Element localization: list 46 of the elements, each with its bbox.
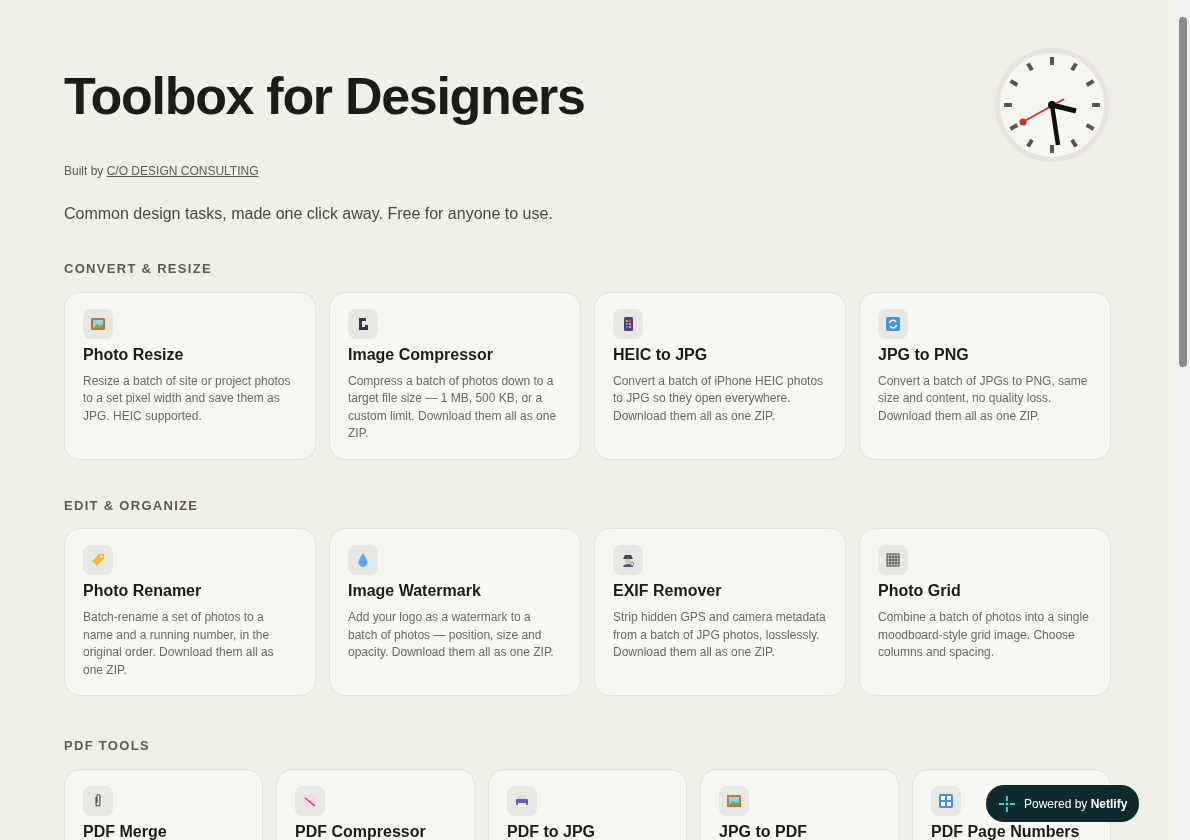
card-title: JPG to PNG: [878, 345, 970, 363]
clock-icon: [994, 47, 1110, 163]
tool-card[interactable]: Image Compressor Compress a batch of photos down to a target file size — 1 MB, 500 KB, or a custom limit. Download them all as one ZIP.: [329, 291, 581, 460]
card-title: Photo Resize: [83, 345, 185, 363]
card-title: JPG to PDF: [719, 822, 808, 840]
card-title: PDF Page Numbers: [931, 822, 1081, 840]
byline-link[interactable]: C/O DESIGN CONSULTING: [106, 164, 259, 178]
netlify-logo-icon: [998, 794, 1016, 813]
tool-card[interactable]: JPG to PDF: [700, 768, 899, 840]
page-title: Toolbox for Designers: [64, 66, 585, 126]
tool-card[interactable]: PDF Compressor: [276, 768, 475, 840]
section-heading: EDIT & ORGANIZE: [64, 496, 199, 515]
tool-card[interactable]: JPG to PNG Convert a batch of JPGs to PNG, same size and content, no quality loss. Download them all as one ZIP.: [859, 291, 1111, 460]
card-description: Resize a batch of site or project photos to a set pixel width and save them as JPG. HEIC supported.: [83, 372, 292, 425]
card-description: Compress a batch of photos down to a target file size — 1 MB, 500 KB, or a custom limit. Download them all as one ZIP.: [348, 372, 558, 442]
byline-text: Built by: [64, 164, 104, 178]
section-heading: PDF TOOLS: [64, 737, 150, 755]
card-title: PDF to JPG: [507, 822, 596, 840]
card-title: Image Compressor: [348, 345, 494, 363]
card-title: Image Watermark: [348, 582, 482, 599]
refresh-icon: [884, 314, 902, 333]
card-title: Photo Renamer: [83, 582, 203, 599]
card-title: PDF Compressor: [295, 822, 427, 840]
card-description: Strip hidden GPS and camera metadata from a batch of JPG photos, losslessly. Download them all as one ZIP.: [613, 609, 827, 661]
tool-card[interactable]: PDF Merge: [64, 768, 263, 840]
card-title: PDF Merge: [83, 822, 168, 840]
grid-icon: [884, 551, 902, 569]
tool-card[interactable]: Photo Renamer Batch-rename a set of photos to a name and a running number, in the original order. Download them all as one ZIP.: [64, 528, 316, 696]
card-title: Photo Grid: [878, 582, 962, 599]
card-description: Batch-rename a set of photos to a name and a running number, in the original order. Download them all as one ZIP.: [83, 609, 275, 679]
tool-card[interactable]: EXIF Remover Strip hidden GPS and camera metadata from a batch of JPG photos, losslessly. Download them all as one ZIP.: [594, 528, 846, 696]
card-title: HEIC to JPG: [613, 345, 709, 363]
card-description: Combine a batch of photos into a single moodboard-style grid image. Choose columns and spacing.: [878, 609, 1090, 661]
tool-card[interactable]: HEIC to JPG Convert a batch of iPhone HEIC photos to JPG so they open everywhere. Download them all as one ZIP.: [594, 291, 846, 460]
scrollbar[interactable]: [1175, 0, 1190, 840]
card-description: Add your logo as a watermark to a batch of photos — position, size and opacity. Download them all as one ZIP.: [348, 609, 555, 661]
card-description: Convert a batch of JPGs to PNG, same size and content, no quality loss. Download them all as one ZIP.: [878, 372, 1089, 425]
tool-card[interactable]: Image Watermark Add your logo as a watermark to a batch of photos — position, size and opacity. Download them all as one ZIP.: [329, 528, 581, 696]
tagline: Common design tasks, made one click away. Free for anyone to use.: [64, 204, 554, 224]
tool-card[interactable]: Photo Grid Combine a batch of photos into a single moodboard-style grid image. Choose columns and spacing.: [859, 528, 1111, 696]
tool-card[interactable]: Photo Resize Resize a batch of site or project photos to a set pixel width and save them as JPG. HEIC supported.: [64, 291, 316, 460]
card-title: EXIF Remover: [613, 582, 723, 599]
tool-card[interactable]: PDF to JPG: [488, 768, 687, 840]
netlify-badge-overlay[interactable]: Powered by Netlify: [986, 785, 1140, 822]
card-description: Convert a batch of iPhone HEIC photos to JPG so they open everywhere. Download them all as one ZIP.: [613, 372, 825, 425]
section-heading: CONVERT & RESIZE: [64, 260, 212, 278]
